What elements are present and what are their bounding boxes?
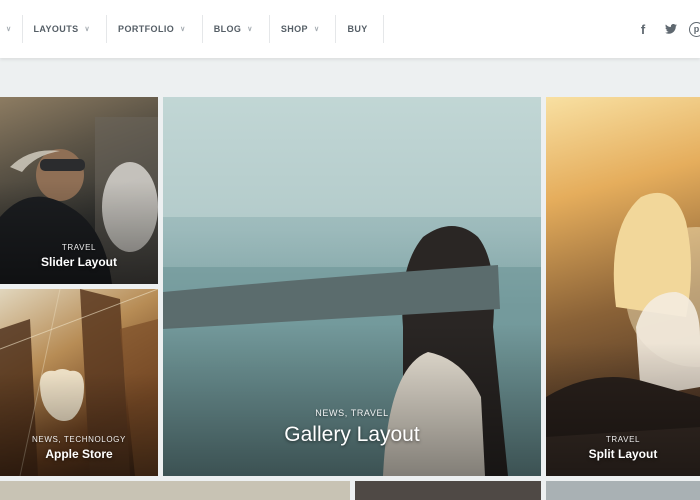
post-tile-gallery-layout[interactable]: NEWS, TRAVEL Gallery Layout xyxy=(163,97,541,476)
post-tile-partial[interactable] xyxy=(0,481,350,500)
facebook-icon[interactable]: f xyxy=(629,22,657,37)
post-caption: TRAVEL Slider Layout xyxy=(0,243,158,269)
chevron-down-icon: ∨ xyxy=(84,26,91,33)
chevron-down-icon: ∨ xyxy=(180,26,186,33)
nav-item-layouts[interactable]: LAYOUTS ∨ xyxy=(21,0,107,58)
post-category[interactable]: TRAVEL xyxy=(546,435,700,444)
post-caption: NEWS, TECHNOLOGY Apple Store xyxy=(0,435,158,461)
social-links: f p xyxy=(629,0,700,58)
post-title[interactable]: Split Layout xyxy=(546,447,700,461)
nav-item-label: BUY xyxy=(347,24,368,34)
nav-item-shop[interactable]: SHOP ∨ xyxy=(268,0,336,58)
post-category[interactable]: NEWS, TECHNOLOGY xyxy=(0,435,158,444)
chevron-down-icon: ∨ xyxy=(247,26,253,33)
post-title[interactable]: Gallery Layout xyxy=(163,423,541,447)
nav-item-partial[interactable]: ∨ xyxy=(0,0,22,58)
post-caption: TRAVEL Split Layout xyxy=(546,435,700,461)
twitter-bird-shape xyxy=(665,23,677,34)
post-category[interactable]: TRAVEL xyxy=(0,243,158,252)
post-tile-split-layout[interactable]: TRAVEL Split Layout xyxy=(546,97,700,476)
nav-item-label: LAYOUTS xyxy=(33,24,79,34)
chevron-down-icon: ∨ xyxy=(6,26,12,33)
post-category[interactable]: NEWS, TRAVEL xyxy=(163,408,541,418)
post-caption: NEWS, TRAVEL Gallery Layout xyxy=(163,408,541,447)
chevron-down-icon: ∨ xyxy=(313,26,320,33)
post-title[interactable]: Slider Layout xyxy=(0,255,158,269)
nav-item-label: PORTFOLIO xyxy=(118,24,175,34)
nav-item-label: SHOP xyxy=(280,24,308,34)
post-title[interactable]: Apple Store xyxy=(0,447,158,461)
twitter-icon[interactable] xyxy=(657,22,685,37)
post-tile-partial[interactable] xyxy=(546,481,700,500)
post-tile-slider-layout[interactable]: TRAVEL Slider Layout xyxy=(0,97,158,284)
main-nav: ∨ LAYOUTS ∨ PORTFOLIO ∨ BLOG ∨ SHOP ∨ BU… xyxy=(0,0,384,58)
image-overlay xyxy=(163,324,541,476)
nav-item-portfolio[interactable]: PORTFOLIO ∨ xyxy=(106,0,202,58)
post-tile-partial[interactable] xyxy=(355,481,541,500)
nav-item-blog[interactable]: BLOG ∨ xyxy=(201,0,269,58)
nav-item-buy[interactable]: BUY xyxy=(335,0,384,58)
post-tile-apple-store[interactable]: NEWS, TECHNOLOGY Apple Store xyxy=(0,289,158,476)
header: ∨ LAYOUTS ∨ PORTFOLIO ∨ BLOG ∨ SHOP ∨ BU… xyxy=(0,0,700,58)
pinterest-icon[interactable]: p xyxy=(689,21,700,37)
nav-item-label: BLOG xyxy=(213,24,242,34)
